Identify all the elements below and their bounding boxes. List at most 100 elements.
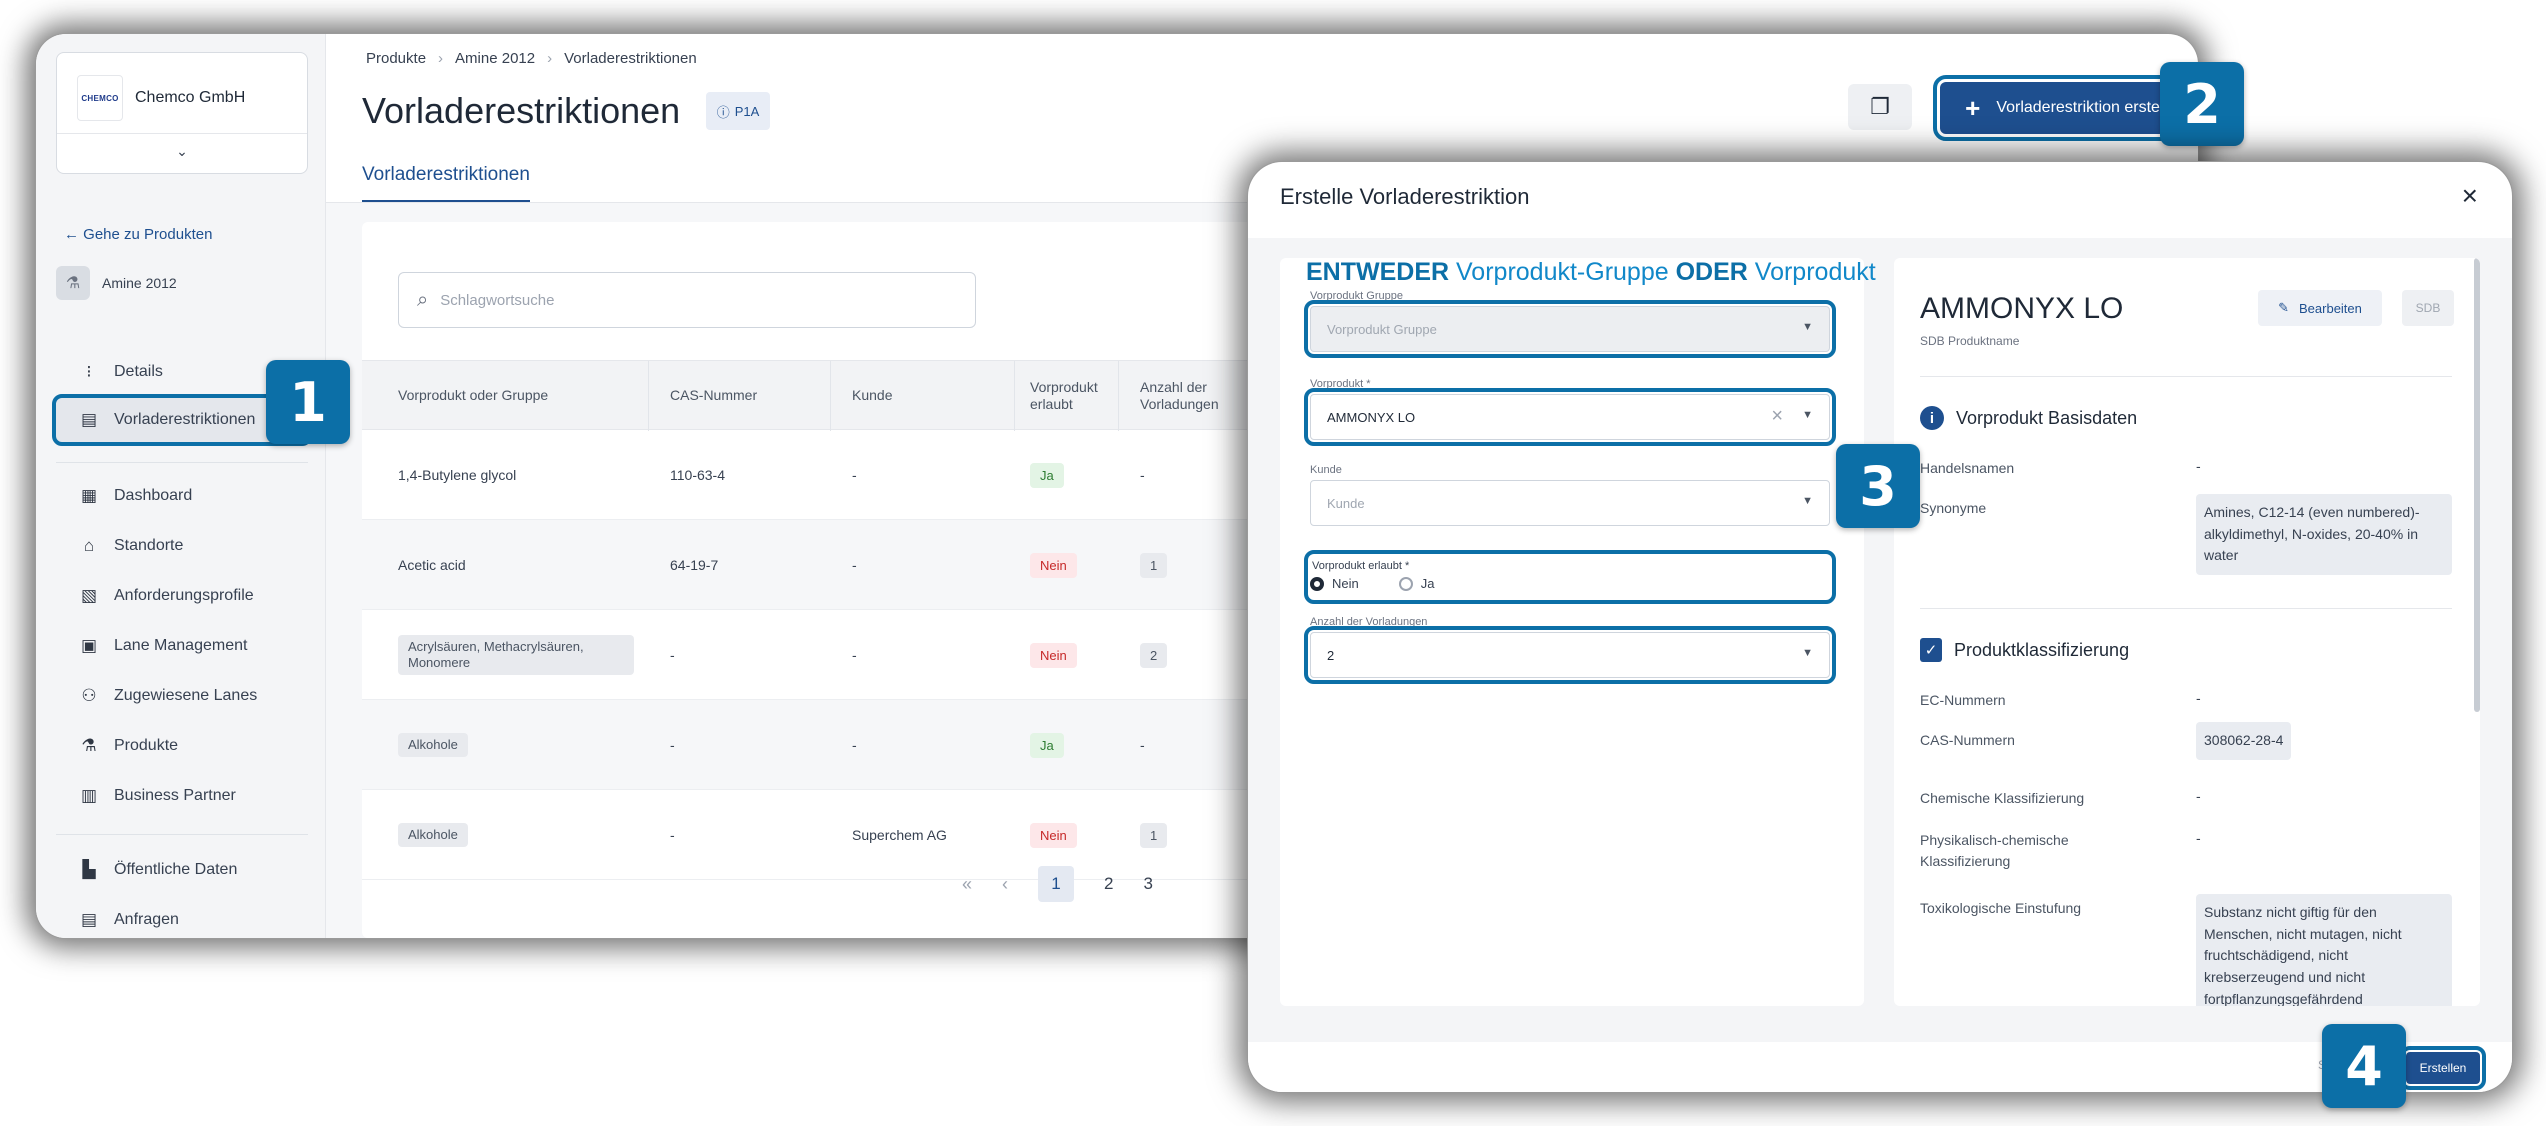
section-basisdaten: i Vorprodukt Basisdaten (1920, 406, 2137, 430)
close-icon[interactable]: × (2462, 180, 2478, 212)
sidebar-item-lane-management[interactable]: ▣ Lane Management (56, 624, 308, 668)
person-add-icon: ⚇ (81, 686, 97, 705)
breadcrumb-item[interactable]: Amine 2012 (455, 50, 535, 67)
group-chip: Alkohole (398, 823, 468, 847)
caret-down-icon: ▼ (1802, 495, 1813, 507)
prev-page-icon[interactable]: ‹ (1002, 874, 1008, 895)
copy-button[interactable]: ❐ (1848, 84, 1912, 130)
info-circle-icon: ⓘ (716, 104, 730, 120)
sidebar-item-zugewiesene-lanes[interactable]: ⚇ Zugewiesene Lanes (56, 674, 308, 718)
clear-icon[interactable]: × (1771, 405, 1783, 428)
page-1-button[interactable]: 1 (1038, 866, 1075, 902)
caret-down-icon: ▼ (1802, 321, 1813, 333)
chemische-klassifizierung-label: Chemische Klassifizierung (1920, 790, 2085, 806)
vorprodukt-gruppe-placeholder: Vorprodukt Gruppe (1327, 321, 1437, 337)
sidebar-item-label: Produkte (114, 737, 179, 754)
product-name: AMMONYX LO (1920, 292, 2124, 325)
cell-kunde: - (852, 467, 857, 483)
clipboard-icon: ▤ (80, 410, 98, 429)
sidebar-item-anforderungsprofile[interactable]: ▧ Anforderungsprofile (56, 574, 308, 618)
cell-kunde: - (852, 647, 857, 663)
status-badge-label: P1A (734, 103, 760, 119)
kunde-label: Kunde (1310, 464, 1342, 476)
flask-icon: ⚗ (56, 266, 90, 300)
sidebar-item-label: Lane Management (114, 637, 248, 654)
tab-vorladerestriktionen[interactable]: Vorladerestriktionen (362, 164, 530, 204)
business-icon: ▥ (80, 786, 98, 805)
anzahl-vorladungen-select[interactable]: 2 ▼ (1304, 626, 1836, 684)
caret-down-icon: ▼ (1802, 647, 1813, 659)
step-badge-2: 2 (2160, 62, 2244, 146)
sidebar-divider (56, 462, 308, 463)
step-badge-4: 4 (2322, 1024, 2406, 1108)
vorprodukt-select[interactable]: AMMONYX LO × ▼ (1304, 388, 1836, 446)
pagination: « ‹ 1 2 3 (962, 866, 1153, 902)
kunde-select[interactable]: Kunde ▼ (1310, 480, 1830, 526)
radio-ja-label[interactable]: Ja (1421, 576, 1435, 591)
search-input[interactable]: ⌕ Schlagwortsuche (398, 272, 976, 328)
cell-kunde: - (852, 557, 857, 573)
either-text: Vorprodukt-Gruppe (1456, 258, 1669, 286)
cell-name: Acetic acid (398, 557, 466, 573)
breadcrumb-item[interactable]: Produkte (366, 50, 426, 67)
sidebar-item-produkte[interactable]: ⚗ Produkte (56, 724, 308, 768)
public-data-icon: ▙ (82, 860, 96, 879)
cell-name: 1,4-Butylene glycol (398, 467, 517, 483)
arrow-left-icon: ← (64, 226, 79, 243)
sidebar-item-anfragen[interactable]: ▤ Anfragen (56, 898, 308, 938)
allowed-badge: Ja (1030, 462, 1064, 488)
physikalisch-chemische-value: - (2196, 830, 2201, 846)
first-page-icon[interactable]: « (962, 874, 972, 895)
either-or-hint: ENTWEDER Vorprodukt-Gruppe ODER Vorprodu… (1306, 258, 1876, 287)
scrollbar[interactable] (2474, 258, 2480, 712)
page-2-button[interactable]: 2 (1104, 874, 1113, 894)
plus-icon: + (1965, 92, 1981, 123)
radio-nein[interactable] (1310, 576, 1324, 591)
sidebar-item-standorte[interactable]: ⌂ Standorte (56, 524, 308, 568)
column-header[interactable]: CAS-Nummer (670, 361, 757, 431)
sidebar-item-label: Anfragen (114, 911, 179, 928)
step-badge-1: 1 (266, 360, 350, 444)
sidebar-item-label: Dashboard (114, 487, 193, 504)
vorprodukt-gruppe-select[interactable]: Vorprodukt Gruppe ▼ (1304, 300, 1836, 358)
cas-nummern-label: CAS-Nummern (1920, 732, 2015, 748)
column-separator (1014, 361, 1015, 431)
sdb-button[interactable]: SDB (2402, 290, 2454, 326)
cell-cas: - (670, 827, 675, 843)
column-header[interactable]: Vorprodukt oder Gruppe (398, 361, 548, 431)
column-header[interactable]: Anzahl der Vorladungen (1140, 361, 1222, 431)
erstellen-button[interactable]: Erstellen (2400, 1046, 2486, 1090)
sidebar-item-business-partner[interactable]: ▥ Business Partner (56, 774, 308, 818)
group-chip: Acrylsäuren, Methacrylsäuren, Monomere (398, 635, 634, 675)
details-icon: ⁝ (86, 362, 92, 381)
chevron-down-icon[interactable]: ⌄ (57, 143, 307, 160)
handelsnamen-label: Handelsnamen (1920, 460, 2015, 476)
section-title: Vorprodukt Basisdaten (1956, 407, 2138, 428)
vorprodukt-gruppe-label: Vorprodukt Gruppe (1310, 290, 1403, 302)
sidebar-item-label: Zugewiesene Lanes (114, 687, 258, 704)
sidebar-item-label: Öffentliche Daten (114, 861, 238, 878)
radio-ja[interactable] (1398, 576, 1413, 591)
section-klassifizierung: ✓ Produktklassifizierung (1920, 638, 2129, 662)
back-link-label: Gehe zu Produkten (83, 226, 213, 243)
column-header[interactable]: Vorprodukt erlaubt (1030, 361, 1106, 431)
cell-cas: 64-19-7 (670, 557, 719, 573)
request-icon: ▤ (80, 910, 98, 929)
sidebar-item-dashboard[interactable]: ▦ Dashboard (56, 474, 308, 518)
cell-anzahl: - (1140, 467, 1145, 483)
page-3-button[interactable]: 3 (1143, 874, 1152, 894)
section-divider (1920, 376, 2452, 377)
company-switcher[interactable]: CHEMCO Chemco GmbH ⌄ (56, 52, 308, 174)
column-header[interactable]: Kunde (852, 361, 892, 431)
edit-button[interactable]: ✎ Bearbeiten (2258, 290, 2382, 326)
chemische-klassifizierung-value: - (2196, 788, 2201, 804)
sidebar-item-oeffentliche-daten[interactable]: ▙ Öffentliche Daten (56, 848, 308, 892)
info-icon: i (1920, 406, 1944, 430)
step-badge-3: 3 (1836, 444, 1920, 528)
not-allowed-badge: Nein (1030, 822, 1077, 848)
cell-cas: 110-63-4 (670, 467, 726, 483)
back-to-products-link[interactable]: ← Gehe zu Produkten (64, 226, 212, 243)
allowed-badge: Ja (1030, 732, 1064, 758)
radio-nein-label[interactable]: Nein (1332, 576, 1359, 591)
synonyme-label: Synonyme (1920, 500, 1987, 516)
